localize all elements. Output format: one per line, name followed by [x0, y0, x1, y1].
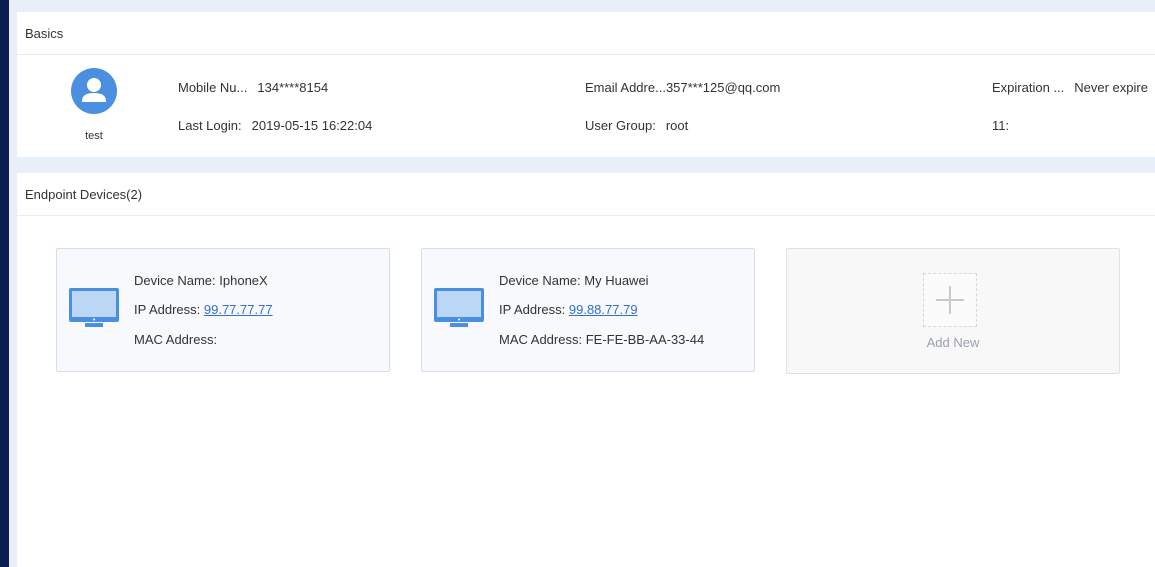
device-ip-link[interactable]: 99.77.77.77 — [204, 302, 273, 317]
add-new-device-button[interactable]: Add New — [786, 248, 1120, 374]
device-name: Device Name: IphoneX — [134, 273, 268, 288]
last-login-field: Last Login: 2019-05-15 16:22:04 — [178, 118, 372, 133]
email-label: Email Addre... — [585, 80, 666, 95]
device-ip-label: IP Address: — [134, 302, 201, 317]
email-value: 357***125@qq.com — [665, 80, 781, 95]
extra-field: 11: — [992, 118, 1019, 133]
basics-panel: Basics test Mobile Nu... 134****8154 Last… — [17, 12, 1155, 157]
device-card[interactable]: Device Name: IphoneX IP Address: 99.77.7… — [56, 248, 390, 372]
user-avatar-icon — [71, 68, 117, 114]
device-ip: IP Address: 99.77.77.77 — [134, 302, 273, 317]
monitor-icon — [434, 288, 484, 327]
device-name-label: Device Name: — [499, 273, 581, 288]
devices-panel: Endpoint Devices(2) Device Name: IphoneX… — [17, 173, 1155, 567]
email-field: Email Addre...357***125@qq.com — [585, 80, 780, 95]
last-login-label: Last Login: — [178, 118, 242, 133]
user-group-field: User Group: root — [585, 118, 688, 133]
username: test — [85, 130, 103, 142]
device-ip-link[interactable]: 99.88.77.79 — [569, 302, 638, 317]
plus-icon — [923, 273, 977, 327]
device-mac: MAC Address: FE-FE-BB-AA-33-44 — [499, 332, 704, 347]
add-new-label: Add New — [926, 335, 980, 350]
device-ip: IP Address: 99.88.77.79 — [499, 302, 638, 317]
expiration-field: Expiration ... Never expire — [992, 80, 1148, 95]
device-name-value: My Huawei — [584, 273, 649, 288]
user-group-value: root — [665, 118, 689, 133]
device-mac-value: FE-FE-BB-AA-33-44 — [585, 332, 705, 347]
basics-title: Basics — [17, 12, 1155, 55]
extra-label: 11: — [992, 118, 1010, 133]
user-group-label: User Group: — [585, 118, 656, 133]
device-mac: MAC Address: — [134, 332, 217, 347]
device-card[interactable]: Device Name: My Huawei IP Address: 99.88… — [421, 248, 755, 372]
last-login-value: 2019-05-15 16:22:04 — [251, 118, 373, 133]
mobile-field: Mobile Nu... 134****8154 — [178, 80, 328, 95]
mobile-value: 134****8154 — [257, 80, 329, 95]
device-ip-label: IP Address: — [499, 302, 566, 317]
device-name-label: Device Name: — [134, 273, 216, 288]
device-mac-label: MAC Address: — [499, 332, 583, 347]
device-mac-label: MAC Address: — [134, 332, 218, 347]
monitor-icon — [69, 288, 119, 327]
expiration-value: Never expire — [1074, 80, 1148, 95]
mobile-label: Mobile Nu... — [178, 80, 248, 95]
device-name: Device Name: My Huawei — [499, 273, 649, 288]
device-name-value: IphoneX — [219, 273, 268, 288]
expiration-label: Expiration ... — [992, 80, 1065, 95]
devices-title: Endpoint Devices(2) — [17, 173, 1155, 216]
